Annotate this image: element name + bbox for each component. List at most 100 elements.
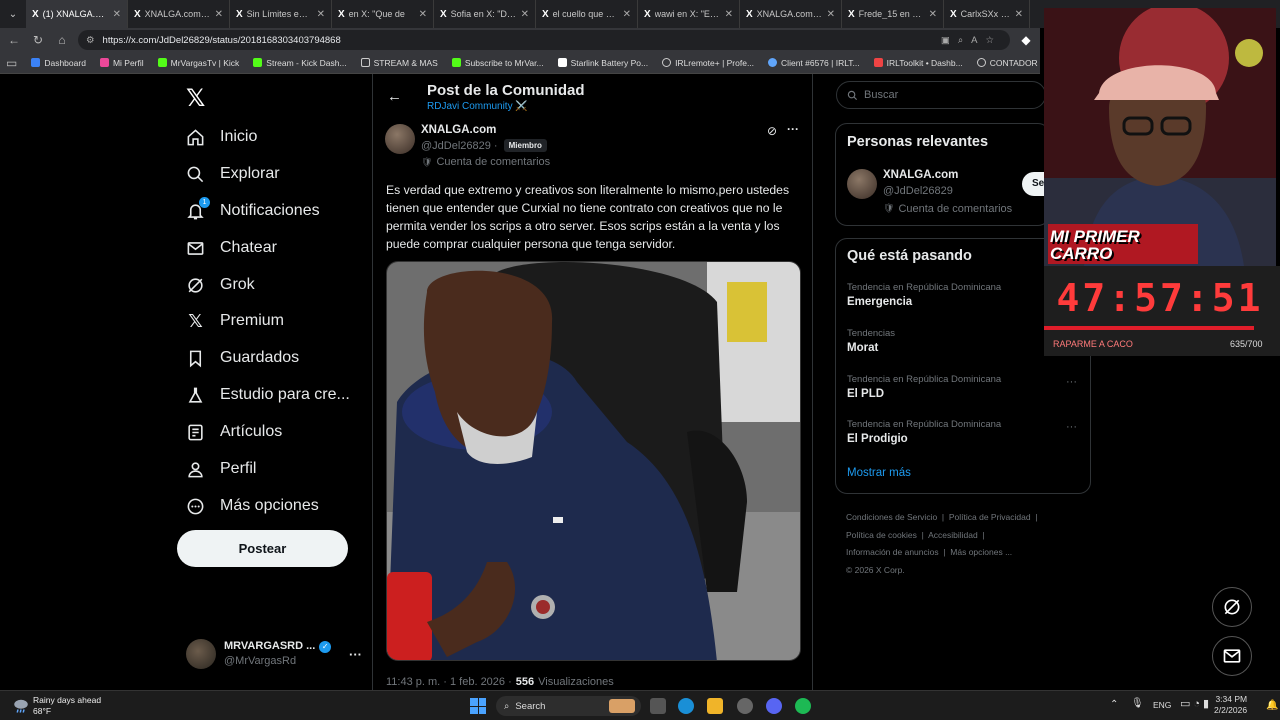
task-view-icon[interactable] (650, 698, 666, 714)
language-indicator[interactable]: ENG (1153, 700, 1171, 710)
show-more-link[interactable]: Mostrar más (847, 467, 911, 479)
footer-link[interactable]: Política de Privacidad (949, 512, 1031, 522)
nav-item-bookmarks[interactable]: Guardados (186, 345, 299, 371)
account-switcher[interactable]: MRVARGASRD ... ✓ @MrVargasRd ··· (186, 636, 362, 672)
footer-link[interactable]: Condiciones de Servicio (846, 512, 937, 522)
bookmark-item[interactable]: Starlink Battery Po... (557, 58, 648, 68)
nav-item-explore[interactable]: Explorar (186, 161, 280, 187)
footer-link[interactable]: Más opciones ... (950, 547, 1012, 557)
bookmark-item[interactable]: IRLremote+ | Profe... (662, 58, 754, 68)
browser-tab[interactable]: Xel cuello que no t ✕ (536, 0, 638, 28)
windows-start-icon[interactable] (470, 698, 486, 714)
clock[interactable]: 3:34 PM 2/2/2026 (1214, 694, 1247, 716)
avatar[interactable] (847, 169, 877, 199)
close-icon[interactable]: ✕ (317, 9, 325, 20)
post-author-name[interactable]: XNALGA.com (421, 124, 496, 136)
close-icon[interactable]: ✕ (215, 9, 223, 20)
nav-item-notifications[interactable]: 1 Notificaciones (186, 196, 320, 224)
weather-widget[interactable]: Rainy days ahead 68°F (33, 695, 101, 717)
browser-tab[interactable]: X Sofia en X: "Domi ✕ (434, 0, 536, 28)
bookmarks-menu-icon[interactable]: ▭ (6, 56, 17, 70)
trend-item[interactable]: Tendencia en República Dominicana El Pro… (847, 419, 1077, 445)
nav-item-studio[interactable]: Estudio para cre... (186, 382, 350, 408)
relevant-user-name[interactable]: XNALGA.com (883, 169, 958, 181)
trend-item[interactable]: Tendencias Morat (847, 328, 1077, 354)
bookmark-item[interactable]: Mi Perfil (99, 58, 144, 68)
close-icon[interactable]: ✕ (113, 9, 121, 20)
nav-item-grok[interactable]: Grok (186, 272, 255, 298)
edge-icon[interactable] (678, 698, 694, 714)
search-input[interactable]: Buscar (836, 81, 1046, 109)
browser-tab[interactable]: Xen X: "Que de ✕ (332, 0, 434, 28)
x-logo-icon[interactable]: 𝕏 (186, 84, 205, 113)
close-icon[interactable]: ✕ (725, 9, 733, 20)
community-link[interactable]: RDJavi Community ⚔️ (427, 101, 528, 112)
nav-item-more[interactable]: Más opciones (186, 493, 319, 519)
post-timestamp[interactable]: 11:43 p. m. · 1 feb. 2026 · (386, 676, 512, 688)
main-column: ← Post de la Comunidad RDJavi Community … (372, 74, 813, 694)
browser-tab[interactable]: XCarlxSXx en X: "Y ✕ (944, 0, 1030, 28)
close-icon[interactable]: ✕ (419, 9, 427, 20)
close-icon[interactable]: ✕ (827, 9, 835, 20)
bookmark-item[interactable]: Client #6576 | IRLT... (768, 58, 860, 68)
footer-link[interactable]: Accesibilidad (928, 530, 978, 540)
file-explorer-icon[interactable] (707, 698, 723, 714)
bookmark-item[interactable]: CONTADOR (976, 58, 1038, 68)
grok-button[interactable] (1212, 587, 1252, 627)
avatar[interactable] (385, 124, 415, 154)
browser-tab[interactable]: X Sin Límites en X: ✕ (230, 0, 332, 28)
browser-tab[interactable]: XFrede_15 en X: "D ✕ (842, 0, 944, 28)
trend-item[interactable]: Tendencia en República Dominicana El PLD… (847, 374, 1077, 400)
close-icon[interactable]: ✕ (623, 9, 631, 20)
grok-icon[interactable]: ⊘ (767, 124, 777, 138)
discord-icon[interactable] (766, 698, 782, 714)
browser-tab[interactable]: X XNALGA.com en ✕ (740, 0, 842, 28)
browser-tab[interactable]: X(1) XNALGA.com e ✕ (26, 0, 128, 28)
address-actions-icon[interactable]: ▣⌕A☆ (941, 35, 1002, 46)
tray-chevron-icon[interactable]: ⌃ (1110, 699, 1118, 710)
post-button[interactable]: Postear (177, 530, 348, 567)
bookmark-item[interactable]: MrVargasTv | Kick (157, 58, 239, 68)
url-input[interactable]: ⚙ https://x.com/JdDel26829/status/201816… (78, 30, 1010, 50)
footer-link[interactable]: Información de anuncios (846, 547, 939, 557)
more-dots-icon[interactable]: ··· (1066, 421, 1077, 433)
bookmark-item[interactable]: STREAM & MAS (360, 58, 438, 68)
footer-link[interactable]: Política de cookies (846, 530, 917, 540)
bookmark-item[interactable]: Stream - Kick Dash... (253, 57, 347, 68)
spotify-icon[interactable] (795, 698, 811, 714)
nav-item-chat[interactable]: Chatear (186, 235, 277, 261)
nav-item-home[interactable]: Inicio (186, 124, 257, 150)
bookmark-item[interactable]: Dashboard (31, 58, 86, 68)
reload-icon[interactable]: ↻ (30, 33, 46, 47)
home-icon[interactable]: ⌂ (54, 33, 70, 47)
back-arrow-icon[interactable]: ← (6, 33, 22, 47)
messages-button[interactable] (1212, 636, 1252, 676)
nav-item-premium[interactable]: 𝕏 Premium (186, 308, 284, 334)
trend-item[interactable]: Tendencia en República Dominicana Emerge… (847, 282, 1077, 308)
tab-list-icon[interactable]: ⌄ (0, 0, 26, 28)
site-info-icon[interactable]: ⚙ (86, 35, 95, 46)
obs-icon[interactable] (737, 698, 753, 714)
system-tray-icon[interactable]: ▭◔▮ (1180, 697, 1212, 710)
relevant-user-handle[interactable]: @JdDel26829 (883, 185, 953, 197)
more-dots-icon[interactable]: ··· (1066, 376, 1077, 388)
more-dots-icon[interactable]: ··· (787, 122, 799, 136)
bookmark-item[interactable]: IRLToolkit • Dashb... (873, 58, 963, 68)
bookmark-item[interactable]: Subscribe to MrVar... (451, 58, 544, 68)
post-author-handle[interactable]: @JdDel26829 · (421, 140, 498, 152)
bookmark-label: Stream - Kick Dash... (266, 57, 347, 68)
back-arrow-icon[interactable]: ← (387, 88, 402, 105)
nav-item-articles[interactable]: Artículos (186, 419, 282, 445)
close-icon[interactable]: ✕ (1015, 9, 1023, 20)
microphone-icon[interactable]: 🎙 (1131, 698, 1144, 709)
weather-icon[interactable] (12, 696, 30, 714)
close-icon[interactable]: ✕ (929, 9, 937, 20)
close-icon[interactable]: ✕ (521, 9, 529, 20)
nav-item-profile[interactable]: Perfil (186, 456, 256, 482)
notification-center-icon[interactable]: 🔔 (1266, 700, 1278, 711)
taskbar-search[interactable]: ⌕ Search (496, 696, 641, 716)
browser-tab[interactable]: Xwawi en X: "Estoy ✕ (638, 0, 740, 28)
post-video[interactable] (386, 261, 801, 661)
extension-icon[interactable]: ◆ (1018, 33, 1034, 47)
browser-tab[interactable]: X XNALGA.com en ✕ (128, 0, 230, 28)
